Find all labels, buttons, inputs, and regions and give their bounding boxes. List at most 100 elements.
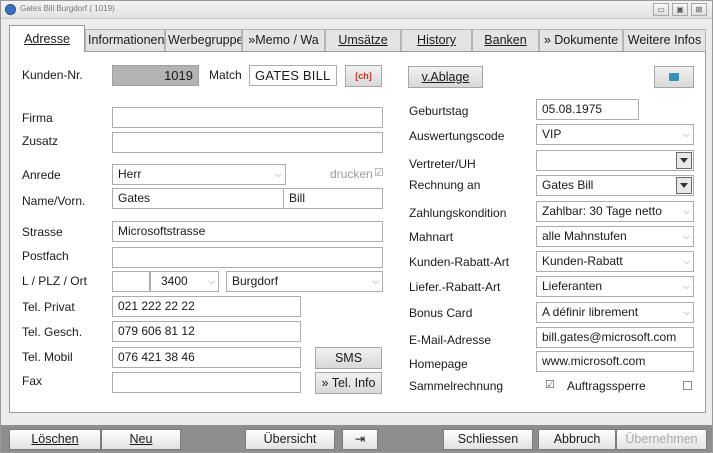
match-field[interactable]: GATES BILL xyxy=(249,65,337,86)
zahlungskondition-select[interactable]: Zahlbar: 30 Tage netto ⌵ xyxy=(536,201,694,222)
plz-value: 3400 xyxy=(161,274,188,288)
sms-button[interactable]: SMS xyxy=(315,347,382,369)
chevron-down-icon: ⌵ xyxy=(683,231,690,241)
chevron-down-icon: ⌵ xyxy=(208,276,215,286)
title-bar: Gates Bill Burgdorf ( 1019) ▭ ▣ ⊠ xyxy=(1,1,712,19)
tel-privat-field[interactable]: 021 222 22 22 xyxy=(112,296,301,317)
homepage-field[interactable]: www.microsoft.com xyxy=(536,351,694,372)
pin-button[interactable]: ⇥ xyxy=(342,429,378,450)
email-label: E-Mail-Adresse xyxy=(409,333,492,347)
land-field[interactable] xyxy=(112,271,150,292)
tab-label: History xyxy=(417,33,456,47)
auftragssperre-checkbox[interactable] xyxy=(683,381,692,390)
zahlungskondition-label: Zahlungskondition xyxy=(409,206,507,220)
tab-label: Banken xyxy=(484,33,527,47)
auftragssperre-label: Auftragssperre xyxy=(567,379,646,393)
anrede-select[interactable]: Herr ⌵ xyxy=(112,164,286,185)
tab-informationen[interactable]: Informationen xyxy=(85,29,165,51)
postfach-field[interactable] xyxy=(112,247,383,268)
chevron-down-icon: ⌵ xyxy=(683,129,690,139)
v-ablage-label: v.Ablage xyxy=(421,70,470,84)
window-title: Gates Bill Burgdorf ( 1019) xyxy=(20,4,115,13)
v-ablage-button[interactable]: v.Ablage xyxy=(408,66,483,88)
zusatz-label: Zusatz xyxy=(22,134,59,148)
rechnung-an-select[interactable]: Gates Bill xyxy=(536,175,694,196)
minimize-button[interactable]: ▭ xyxy=(653,3,669,16)
tab-bar: Adresse Informationen Werbegruppe »Memo … xyxy=(9,25,706,52)
abbruch-button[interactable]: Abbruch xyxy=(538,429,616,450)
tab-werbegruppe[interactable]: Werbegruppe xyxy=(165,29,242,51)
close-button[interactable]: ⊠ xyxy=(691,3,707,16)
tab-history[interactable]: History xyxy=(401,29,472,51)
neu-button[interactable]: Neu xyxy=(101,429,181,450)
chevron-down-icon: ⌵ xyxy=(275,169,282,179)
neu-label: Neu xyxy=(129,432,153,446)
folder-icon xyxy=(669,73,679,81)
fax-field[interactable] xyxy=(112,372,301,393)
pin-icon: ⇥ xyxy=(354,432,366,446)
tab-umsaetze[interactable]: Umsätze xyxy=(325,29,401,51)
uebersicht-button[interactable]: Übersicht xyxy=(245,429,335,450)
anrede-value: Herr xyxy=(118,167,142,181)
ort-select[interactable]: Burgdorf ⌵ xyxy=(226,271,383,292)
adresse-panel: Kunden-Nr. 1019 Match GATES BILL [ch] Fi… xyxy=(9,51,706,413)
name-label: Name/Vorn. xyxy=(22,194,86,208)
loeschen-button[interactable]: Löschen xyxy=(9,429,101,450)
tab-weitere-infos[interactable]: Weitere Infos xyxy=(623,29,706,51)
liefer-rabatt-select[interactable]: Lieferanten ⌵ xyxy=(536,276,694,297)
email-field[interactable]: bill.gates@microsoft.com xyxy=(536,327,694,348)
tab-memo[interactable]: »Memo / Wa xyxy=(242,29,325,51)
dropdown-button-icon[interactable] xyxy=(676,152,692,169)
drucken-label: drucken xyxy=(330,167,373,181)
loeschen-label: Löschen xyxy=(31,432,79,446)
ch-button[interactable]: [ch] xyxy=(345,65,382,87)
auswertungscode-select[interactable]: VIP ⌵ xyxy=(536,124,694,145)
mahnart-label: Mahnart xyxy=(409,230,454,244)
rechnung-an-label: Rechnung an xyxy=(409,178,481,192)
vorname-field[interactable]: Bill xyxy=(283,188,383,209)
bonus-card-select[interactable]: A définir librement ⌵ xyxy=(536,302,694,323)
tab-label: Adresse xyxy=(24,32,70,46)
tab-banken[interactable]: Banken xyxy=(472,29,539,51)
tab-dokumente[interactable]: » Dokumente xyxy=(539,29,623,51)
firma-label: Firma xyxy=(22,111,53,125)
tel-info-button[interactable]: » Tel. Info xyxy=(315,372,382,394)
name-field[interactable]: Gates xyxy=(112,188,284,209)
sammelrechnung-checkbox[interactable]: ☑ xyxy=(545,378,555,391)
vertreter-select[interactable] xyxy=(536,150,694,171)
bonus-card-label: Bonus Card xyxy=(409,306,473,320)
bottom-toolbar: Löschen Neu Übersicht ⇥ Schliessen Abbru… xyxy=(1,425,712,452)
rechnung-an-value: Gates Bill xyxy=(542,178,594,192)
maximize-button[interactable]: ▣ xyxy=(672,3,688,16)
kunden-rabatt-select[interactable]: Kunden-Rabatt ⌵ xyxy=(536,251,694,272)
liefer-rabatt-label: Liefer.-Rabatt-Art xyxy=(409,280,501,294)
tel-gesch-label: Tel. Gesch. xyxy=(22,325,83,339)
schliessen-button[interactable]: Schliessen xyxy=(443,429,533,450)
mahnart-select[interactable]: alle Mahnstufen ⌵ xyxy=(536,226,694,247)
app-icon xyxy=(5,4,16,15)
tel-mobil-label: Tel. Mobil xyxy=(22,350,73,364)
match-label: Match xyxy=(209,68,242,82)
postfach-label: Postfach xyxy=(22,249,69,263)
fax-label: Fax xyxy=(22,374,43,388)
mahnart-value: alle Mahnstufen xyxy=(542,229,627,243)
zusatz-field[interactable] xyxy=(112,132,383,153)
sammelrechnung-label: Sammelrechnung xyxy=(409,379,504,393)
plz-select[interactable]: 3400 ⌵ xyxy=(150,271,219,292)
uebernehmen-button[interactable]: Übernehmen xyxy=(616,429,707,450)
geburtstag-field[interactable]: 05.08.1975 xyxy=(536,99,639,120)
tel-mobil-field[interactable]: 076 421 38 46 xyxy=(112,347,301,368)
folder-button[interactable] xyxy=(654,66,694,88)
firma-field[interactable] xyxy=(112,107,383,128)
dropdown-button-icon[interactable] xyxy=(676,177,692,194)
zahlungskondition-value: Zahlbar: 30 Tage netto xyxy=(542,204,662,218)
chevron-down-icon: ⌵ xyxy=(372,276,379,286)
main-window: Gates Bill Burgdorf ( 1019) ▭ ▣ ⊠ Adress… xyxy=(0,0,713,453)
tab-adresse[interactable]: Adresse xyxy=(9,25,85,52)
chevron-down-icon: ⌵ xyxy=(683,307,690,317)
homepage-label: Homepage xyxy=(409,357,468,371)
drucken-checkbox[interactable]: ☑ xyxy=(374,166,384,179)
tel-gesch-field[interactable]: 079 606 81 12 xyxy=(112,321,301,342)
strasse-field[interactable]: Microsoftstrasse xyxy=(112,221,383,242)
chevron-down-icon: ⌵ xyxy=(683,281,690,291)
